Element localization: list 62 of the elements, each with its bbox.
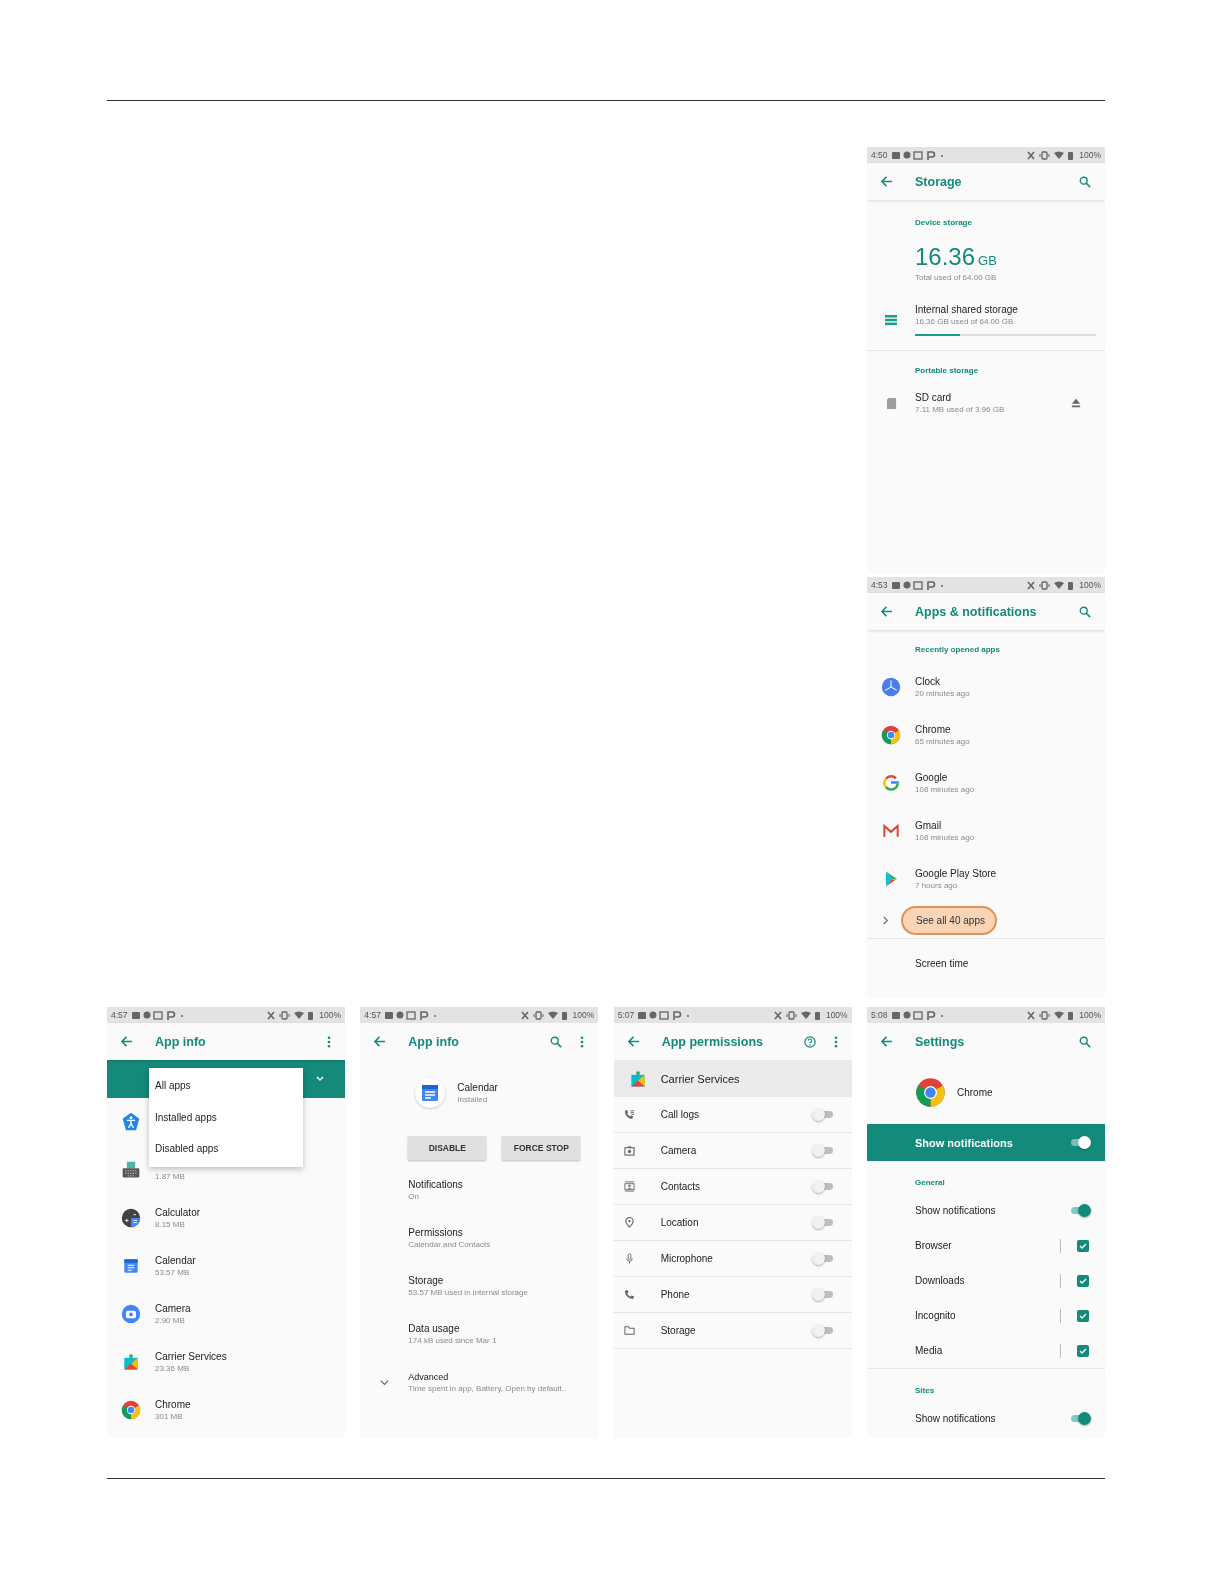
app-size: 301 MB bbox=[155, 1412, 184, 1421]
setting-label: Browser bbox=[915, 1240, 952, 1251]
section-header: Portable storage bbox=[914, 365, 980, 375]
battery-percent: 100% bbox=[1079, 580, 1101, 590]
screen-title: App info bbox=[408, 1034, 459, 1049]
app-detail: 65 minutes ago bbox=[915, 737, 971, 746]
setting-label: Downloads bbox=[915, 1275, 965, 1286]
status-time: 5:07 bbox=[617, 1010, 635, 1020]
screen-title: App permissions bbox=[661, 1034, 764, 1049]
battery-percent: 100% bbox=[319, 1010, 341, 1020]
permission-name: Microphone bbox=[660, 1253, 713, 1264]
app-size: 2.90 MB bbox=[155, 1316, 186, 1325]
permission-name: Contacts bbox=[660, 1181, 701, 1192]
permission-name: Location bbox=[660, 1217, 699, 1228]
status-time: 4:57 bbox=[364, 1010, 381, 1020]
screen-title: Settings bbox=[915, 1034, 965, 1049]
app-detail: 7 hours ago bbox=[915, 881, 959, 890]
storage-amount: 16.36 bbox=[915, 243, 976, 271]
battery-percent: 100% bbox=[572, 1010, 595, 1020]
permission-name: Call logs bbox=[660, 1109, 699, 1120]
setting-label: Show notifications bbox=[915, 1205, 996, 1216]
app-size: 8.15 MB bbox=[155, 1220, 186, 1229]
app-size: 53.57 MB bbox=[155, 1268, 191, 1277]
storage-detail: 16.36 GB used of 64.00 GB bbox=[915, 317, 1015, 326]
battery-percent: 100% bbox=[825, 1010, 848, 1020]
battery-percent: 100% bbox=[1079, 1010, 1101, 1020]
app-name: Chrome bbox=[957, 1086, 993, 1098]
screen-title: App info bbox=[155, 1034, 206, 1049]
permission-name: Storage bbox=[660, 1325, 696, 1336]
status-time: 4:57 bbox=[111, 1010, 128, 1020]
setting-detail: On bbox=[408, 1192, 420, 1201]
app-detail: 20 minutes ago bbox=[915, 689, 971, 698]
app-detail: 108 minutes ago bbox=[915, 785, 976, 794]
setting-label: Show notifications bbox=[915, 1413, 996, 1424]
permission-name: Camera bbox=[660, 1145, 697, 1156]
setting-detail: 174 kB used since Mar 1 bbox=[408, 1336, 497, 1345]
setting-label: Media bbox=[915, 1345, 943, 1356]
app-size: 1.87 MB bbox=[155, 1172, 186, 1181]
section-header: Recently opened apps bbox=[914, 644, 1001, 656]
storage-caption: Total used of 64.00 GB bbox=[914, 273, 998, 282]
setting-detail: Calendar and Contacts bbox=[408, 1240, 491, 1249]
app-name: Carrier Services bbox=[660, 1072, 740, 1085]
screen-title: Storage bbox=[915, 174, 962, 189]
screen-title: Apps & notifications bbox=[915, 604, 1037, 619]
battery-percent: 100% bbox=[1079, 150, 1101, 160]
storage-detail: 7.11 MB used of 3.96 GB bbox=[915, 405, 1006, 414]
setting-detail: 53.57 MB used in internal storage bbox=[408, 1288, 528, 1297]
app-detail: 108 minutes ago bbox=[915, 833, 976, 842]
status-time: 4:50 bbox=[871, 150, 888, 160]
app-size: 23.36 MB bbox=[155, 1364, 191, 1373]
setting-detail: Time spent in app, Battery, Open by default.. bbox=[408, 1383, 568, 1393]
storage-unit: GB bbox=[978, 253, 997, 268]
status-time: 4:53 bbox=[871, 580, 888, 590]
section-header: Device storage bbox=[914, 217, 973, 227]
permission-name: Phone bbox=[660, 1289, 690, 1300]
setting-label: Incognito bbox=[915, 1310, 956, 1321]
section-header: General bbox=[914, 1177, 946, 1189]
setting-label: Show notifications bbox=[915, 1136, 1013, 1149]
app-status: Installed bbox=[457, 1095, 489, 1104]
status-time: 5:08 bbox=[871, 1010, 888, 1020]
app-name: Calendar bbox=[457, 1082, 498, 1093]
section-header: Sites bbox=[914, 1385, 936, 1397]
